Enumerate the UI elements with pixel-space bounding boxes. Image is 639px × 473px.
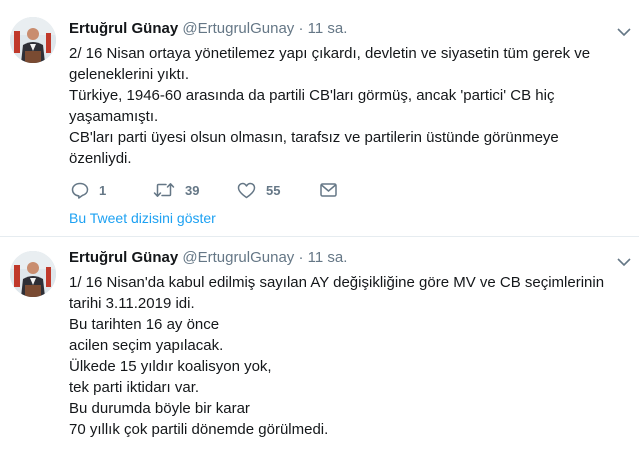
retweet-button[interactable]: 39 — [153, 181, 199, 199]
tweet-text: 1/ 16 Nisan'da kabul edilmiş sayılan AY … — [69, 272, 625, 440]
avatar[interactable] — [10, 17, 56, 63]
tweet-text-line: Bu durumda böyle bir karar — [69, 400, 250, 417]
like-button[interactable]: 55 — [237, 181, 280, 199]
chevron-down-icon[interactable] — [617, 254, 631, 270]
timestamp[interactable]: 11 sa. — [308, 20, 348, 37]
like-count: 55 — [266, 182, 281, 198]
tweet-header: Ertuğrul Günay @ErtugrulGunay · 11 sa. — [69, 248, 625, 268]
envelope-icon — [320, 183, 337, 197]
tweet-text-line: tarihi 3.11.2019 idi. — [69, 295, 195, 312]
reply-icon — [71, 182, 89, 199]
user-handle[interactable]: @ErtugrulGunay — [182, 249, 294, 266]
retweet-icon — [153, 182, 175, 198]
tweet-text-line: yaşamamıştı. — [69, 108, 159, 125]
tweet-text-line: tek parti iktidarı var. — [69, 379, 200, 396]
tweet-text-line: 2/ 16 Nisan ortaya yönetilemez yapı çıka… — [69, 45, 591, 62]
reply-button[interactable]: 1 — [71, 181, 106, 199]
timestamp[interactable]: 11 sa. — [308, 249, 348, 266]
tweet-text-line: Bu tarihten 16 ay önce — [69, 316, 220, 333]
retweet-count: 39 — [185, 182, 200, 198]
tweet-text-line: CB'ları parti üyesi olsun olmasın, taraf… — [69, 129, 559, 146]
tweet-text-line: Türkiye, 1946-60 arasında da partili CB'… — [69, 87, 555, 104]
avatar[interactable] — [10, 251, 56, 297]
show-thread-link[interactable]: Bu Tweet dizisini göster — [69, 210, 216, 226]
reply-count: 1 — [99, 182, 107, 198]
tweet-text-line: özenliydi. — [69, 150, 132, 167]
heart-icon — [237, 182, 256, 199]
tweet[interactable]: Ertuğrul Günay @ErtugrulGunay · 11 sa. 1… — [0, 237, 639, 473]
chevron-down-icon[interactable] — [617, 24, 631, 40]
tweet[interactable]: Ertuğrul Günay @ErtugrulGunay · 11 sa. 2… — [0, 0, 639, 237]
display-name[interactable]: Ertuğrul Günay — [69, 249, 178, 266]
tweet-text-line: 1/ 16 Nisan'da kabul edilmiş sayılan AY … — [69, 274, 605, 291]
separator-dot: · — [298, 20, 304, 37]
separator-dot: · — [298, 249, 304, 266]
tweet-text-line: Ülkede 15 yıldır koalisyon yok, — [69, 358, 272, 375]
tweet-text: 2/ 16 Nisan ortaya yönetilemez yapı çıka… — [69, 43, 625, 169]
tweet-text-line: 70 yıllık çok partili dönemde görülmedi. — [69, 421, 329, 438]
display-name[interactable]: Ertuğrul Günay — [69, 20, 178, 37]
tweet-text-line: geleneklerini yıktı. — [69, 66, 190, 83]
tweet-text-line: acilen seçim yapılacak. — [69, 337, 224, 354]
tweet-header: Ertuğrul Günay @ErtugrulGunay · 11 sa. — [69, 19, 625, 39]
user-handle[interactable]: @ErtugrulGunay — [182, 20, 294, 37]
direct-message-button[interactable] — [320, 181, 337, 199]
